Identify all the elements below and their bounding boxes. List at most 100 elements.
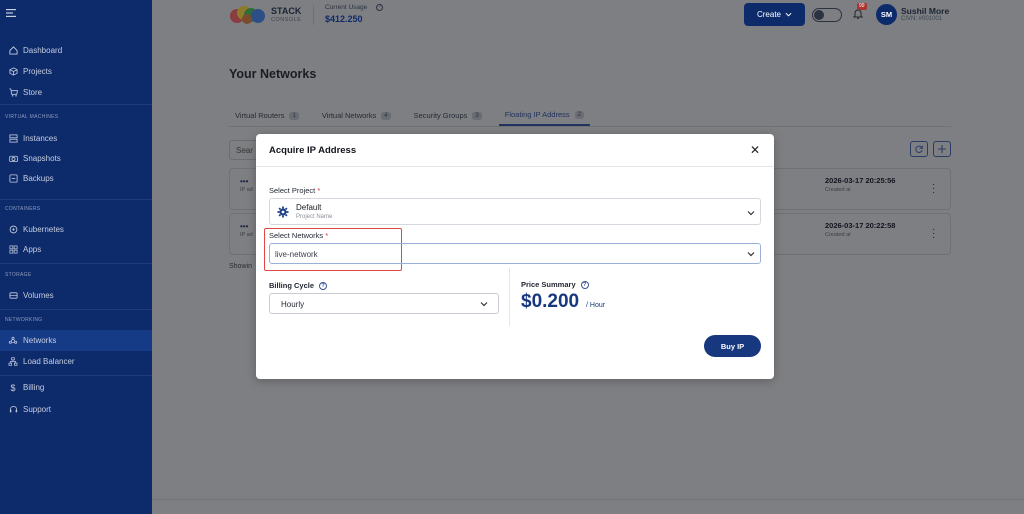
- sidebar-section-virtual-machines: VIRTUAL MACHINES: [5, 114, 59, 120]
- tab-floating-ip-address[interactable]: Floating IP Address 2: [498, 106, 590, 126]
- backup-icon: [8, 174, 18, 184]
- ip-address-label: IP ad: [240, 187, 253, 193]
- buy-ip-button[interactable]: Buy IP: [704, 335, 761, 357]
- sidebar-item-support[interactable]: Support: [0, 399, 152, 420]
- created-date: 2026-03-17 20:22:58: [825, 221, 896, 230]
- cart-icon: [8, 88, 18, 98]
- sidebar-item-store[interactable]: Store: [0, 82, 152, 103]
- select-networks-label-text: Select Networks: [269, 231, 324, 240]
- tab-count: 2: [574, 110, 584, 119]
- sidebar-item-label: Support: [23, 405, 52, 414]
- headset-icon: [8, 405, 18, 415]
- sidebar-divider: [0, 309, 152, 310]
- sidebar-item-projects[interactable]: Projects: [0, 61, 152, 82]
- logo-subtitle: CONSOLE: [271, 17, 302, 23]
- network-icon: [8, 336, 18, 346]
- more-options-icon[interactable]: · · ·: [932, 225, 935, 243]
- add-button[interactable]: [933, 141, 951, 157]
- home-icon: [8, 46, 18, 56]
- sidebar-item-billing[interactable]: $ Billing: [0, 377, 152, 398]
- sidebar-item-label: Networks: [23, 336, 57, 345]
- sidebar-divider: [0, 199, 152, 200]
- refresh-icon: [915, 145, 923, 153]
- menu-icon[interactable]: [6, 9, 16, 17]
- camera-icon: [8, 154, 18, 164]
- sidebar-item-label: Store: [23, 88, 43, 97]
- volume-icon: [8, 291, 18, 301]
- avatar[interactable]: SM: [876, 4, 897, 25]
- create-button[interactable]: Create: [744, 3, 805, 26]
- refresh-button[interactable]: [910, 141, 928, 157]
- section-divider: [509, 268, 510, 326]
- sidebar-item-label: Projects: [23, 67, 52, 76]
- networks-tabs: Virtual Routers 1 Virtual Networks 4 Sec…: [229, 106, 601, 126]
- sidebar-item-label: Kubernetes: [23, 225, 64, 234]
- sidebar-section-containers: CONTAINERS: [5, 206, 41, 212]
- kubernetes-icon: [8, 225, 18, 235]
- tab-count: 3: [472, 111, 482, 120]
- cube-icon: [8, 67, 18, 77]
- network-select[interactable]: live-network: [269, 243, 761, 264]
- sidebar-item-label: Volumes: [23, 291, 54, 300]
- sidebar-item-apps[interactable]: Apps: [0, 239, 152, 260]
- modal-divider: [256, 166, 774, 167]
- chevron-down-icon: [480, 302, 488, 307]
- sidebar-item-label: Snapshots: [23, 154, 61, 163]
- theme-toggle[interactable]: [812, 8, 842, 22]
- dollar-icon: $: [10, 382, 16, 393]
- sidebar-divider: [0, 104, 152, 105]
- price-unit: / Hour: [586, 302, 606, 309]
- page-title: Your Networks: [229, 67, 317, 81]
- acquire-ip-modal: Acquire IP Address ✕ Select Project * De…: [256, 134, 774, 379]
- ip-address-label: IP ad: [240, 232, 253, 238]
- tab-virtual-routers[interactable]: Virtual Routers 1: [229, 106, 305, 126]
- close-icon[interactable]: ✕: [750, 143, 760, 157]
- project-name-caption: Project Name: [296, 214, 333, 220]
- sidebar-section-storage: STORAGE: [5, 272, 32, 278]
- notification-badge: 99: [857, 3, 867, 10]
- sidebar-item-backups[interactable]: Backups: [0, 168, 152, 189]
- help-icon[interactable]: ?: [376, 4, 383, 11]
- project-select[interactable]: Default Project Name: [269, 198, 761, 225]
- billing-cycle-select[interactable]: Hourly: [269, 293, 499, 314]
- apps-icon: [8, 245, 18, 255]
- help-icon[interactable]: ?: [580, 281, 589, 290]
- header-divider: [313, 5, 314, 25]
- chevron-down-icon: [747, 211, 755, 216]
- tab-label: Virtual Networks: [321, 111, 377, 120]
- billing-cycle-label: Billing Cycle ?: [269, 281, 328, 291]
- select-project-label: Select Project *: [269, 186, 320, 195]
- more-options-icon[interactable]: · · ·: [932, 180, 935, 198]
- ip-address: •••: [240, 177, 249, 186]
- select-project-label-text: Select Project: [269, 186, 316, 195]
- search-input[interactable]: Sear: [229, 140, 259, 160]
- sidebar-item-kubernetes[interactable]: Kubernetes: [0, 219, 152, 240]
- created-label: Created at: [825, 187, 851, 193]
- price-value: $0.200: [521, 291, 580, 312]
- sidebar-item-networks[interactable]: Networks: [0, 330, 152, 351]
- create-button-label: Create: [756, 10, 781, 19]
- tab-security-groups[interactable]: Security Groups 3: [408, 106, 488, 126]
- help-icon[interactable]: ?: [319, 282, 328, 291]
- sidebar: Dashboard Projects Store VIRTUAL MACHINE…: [0, 0, 152, 514]
- tab-label: Security Groups: [413, 111, 468, 120]
- sidebar-item-label: Apps: [23, 245, 42, 254]
- tab-virtual-networks[interactable]: Virtual Networks 4: [316, 106, 397, 126]
- top-header: STACK CONSOLE Current Usage ? $412.250 C…: [152, 0, 1024, 31]
- theme-toggle-knob: [814, 10, 824, 20]
- tab-count: 1: [289, 111, 299, 120]
- usage-value: $412.250: [325, 14, 363, 24]
- sidebar-item-volumes[interactable]: Volumes: [0, 285, 152, 306]
- server-icon: [8, 134, 18, 144]
- sidebar-item-dashboard[interactable]: Dashboard: [0, 40, 152, 61]
- user-name[interactable]: Sushil More: [901, 6, 949, 16]
- sidebar-divider: [0, 263, 152, 264]
- stack-console-logo: [230, 6, 265, 24]
- sidebar-item-load-balancer[interactable]: Load Balancer: [0, 351, 152, 372]
- ip-address: •••: [240, 222, 249, 231]
- gear-icon: [277, 206, 289, 218]
- sidebar-item-label: Backups: [23, 174, 54, 183]
- sidebar-item-instances[interactable]: Instances: [0, 128, 152, 149]
- required-mark: *: [317, 186, 321, 195]
- sidebar-item-snapshots[interactable]: Snapshots: [0, 148, 152, 169]
